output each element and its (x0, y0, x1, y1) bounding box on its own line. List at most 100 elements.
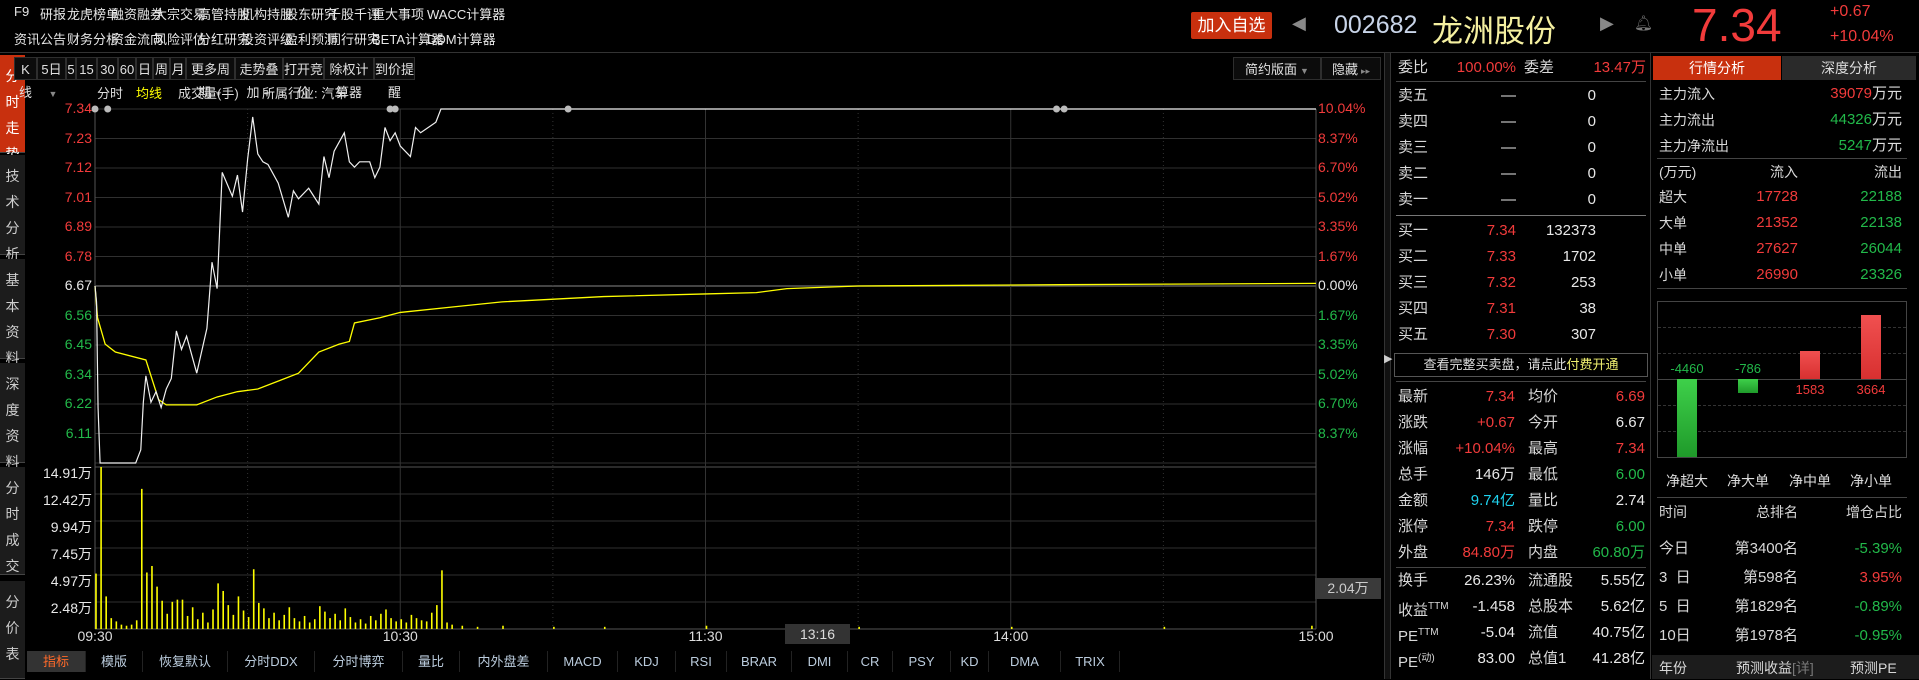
price-axis-label: 6.34 (64, 365, 92, 382)
pct-axis-label: 0.00% (1318, 277, 1358, 293)
volume-axis-label: 7.45万 (50, 546, 92, 562)
stat-value: 7.34 (1485, 388, 1515, 405)
bid-label: 买五 (1398, 326, 1429, 343)
main-flow-label: 主力流出 (1659, 112, 1715, 128)
bid-label: 买三 (1398, 274, 1429, 291)
indicator-tab[interactable]: KD (951, 651, 989, 672)
net-flow-bar (1677, 379, 1697, 457)
price-axis-label: 6.78 (64, 247, 92, 264)
main-flow-value: 39079万元 (1760, 82, 1902, 106)
rank-pct: 3.95% (1859, 569, 1902, 586)
price-axis-label: 6.11 (65, 424, 92, 441)
indicator-tab[interactable]: 恢复默认 (143, 651, 228, 672)
net-flow-value: -4460 (1670, 361, 1704, 376)
net-flow-label: 净大单 (1727, 473, 1769, 489)
pct-axis-label: 5.02% (1318, 188, 1358, 205)
rank-period: 10日 (1659, 627, 1691, 644)
bid-price: 7.31 (1486, 300, 1516, 317)
flow-row-label: 大单 (1659, 215, 1687, 231)
main-flow-unit: 万元 (1871, 137, 1902, 154)
order-ratio-label: 委比 (1398, 59, 1429, 76)
bid-volume: 132373 (1545, 222, 1596, 239)
ask-label: 卖一 (1398, 191, 1429, 208)
indicator-tab[interactable]: MACD (548, 651, 618, 672)
full-depth-link[interactable]: 付费开通 (1567, 357, 1619, 372)
pct-axis-label: 8.37% (1318, 129, 1358, 146)
indicator-tab[interactable]: KDJ (618, 651, 676, 672)
indicator-tab[interactable]: 模版 (86, 651, 143, 672)
price-axis-label: 6.67 (64, 277, 92, 293)
panel-divider (1650, 53, 1651, 679)
pct-axis-label: 5.02% (1318, 365, 1358, 382)
stat-label-text: 换手 (1398, 572, 1429, 589)
limit-up-marker-icon (1053, 105, 1061, 113)
stat-value: 9.74亿 (1470, 492, 1515, 509)
indicator-tab[interactable]: CR (848, 651, 893, 672)
net-flow-value: 3664 (1856, 382, 1886, 397)
ask-volume: 0 (1587, 191, 1596, 208)
main-flow-amount: 5247 (1838, 137, 1872, 154)
ask-price: — (1501, 87, 1516, 104)
stat-value: 84.80万 (1462, 544, 1515, 561)
price-axis-label: 7.01 (64, 188, 92, 205)
net-flow-bar (1738, 379, 1758, 393)
rank-period: 5 日 (1659, 598, 1691, 615)
indicator-tab[interactable]: 内外盘差 (460, 651, 548, 672)
stat-value: 7.34 (1485, 518, 1515, 535)
indicator-tab[interactable]: 分时博弈 (315, 651, 403, 672)
volume-axis-label: 14.91万 (42, 465, 92, 481)
indicator-tab[interactable]: RSI (676, 651, 727, 672)
panel-splitter[interactable] (1384, 53, 1391, 679)
tab-market-analysis[interactable]: 行情分析 (1653, 56, 1781, 80)
indicator-tab[interactable]: 指标 (27, 651, 86, 672)
tab-depth-analysis[interactable]: 深度分析 (1782, 56, 1916, 80)
stat-label: 今开 (1528, 414, 1559, 431)
flow-in-value: 26990 (1756, 266, 1798, 283)
indicator-tab[interactable]: TRIX (1061, 651, 1120, 672)
stat-label: 最高 (1528, 440, 1559, 457)
flow-unit-header: (万元) (1659, 164, 1697, 180)
rank-value: 第598名 (1742, 569, 1798, 586)
main-flow-value: 44326万元 (1760, 108, 1902, 132)
indicator-tab[interactable]: 分时DDX (228, 651, 315, 672)
flow-in-value: 17728 (1756, 188, 1798, 205)
stat-label: 总值1 (1528, 650, 1567, 667)
forecast-pe: 预测PE (1850, 660, 1897, 676)
rank-period: 3 日 (1659, 569, 1691, 586)
stat-label: 换手 (1398, 569, 1428, 593)
ask-volume: 0 (1587, 113, 1596, 130)
indicator-tab[interactable]: BRAR (727, 651, 792, 672)
pct-axis-label: 1.67% (1318, 306, 1358, 323)
main-flow-label: 主力流入 (1659, 86, 1715, 102)
limit-up-marker-icon (391, 105, 399, 113)
limit-up-marker-icon (564, 105, 572, 113)
stat-value: 26.23% (1464, 572, 1515, 589)
main-flow-unit: 万元 (1871, 111, 1902, 128)
stat-value: 2.74 (1615, 492, 1645, 509)
full-depth-button[interactable]: 查看完整买卖盘，请点此付费开通 (1394, 353, 1648, 377)
stat-value: -5.04 (1480, 624, 1515, 641)
rank-value: 第1829名 (1734, 598, 1798, 615)
forecast-eps-label: 预测收益 (1736, 660, 1792, 676)
indicator-tab[interactable]: 量比 (403, 651, 460, 672)
flow-in-value: 21352 (1756, 214, 1798, 231)
limit-up-marker-icon (104, 105, 112, 113)
forecast-detail-link[interactable]: [详] (1792, 660, 1814, 676)
price-axis-label: 7.23 (64, 129, 92, 146)
ask-price: — (1501, 139, 1516, 156)
indicator-tab[interactable]: DMI (792, 651, 848, 672)
collapse-arrow-icon[interactable]: ▶ (1384, 352, 1392, 365)
stat-value: -1.458 (1472, 598, 1515, 615)
rank-value: 第3400名 (1734, 540, 1798, 557)
price-axis-label: 6.89 (64, 218, 92, 234)
ask-label: 卖四 (1398, 113, 1429, 130)
indicator-tab[interactable]: DMA (989, 651, 1061, 672)
indicator-tab[interactable]: PSY (893, 651, 951, 672)
order-ratio: 100.00% (1456, 59, 1516, 76)
ask-volume: 0 (1587, 139, 1596, 156)
stat-label: PETTM (1398, 621, 1439, 645)
full-depth-text: 查看完整买卖盘，请点此 (1423, 357, 1567, 372)
rank-period: 今日 (1659, 540, 1690, 557)
bid-label: 买四 (1398, 300, 1429, 317)
main-flow-amount: 44326 (1830, 111, 1872, 128)
